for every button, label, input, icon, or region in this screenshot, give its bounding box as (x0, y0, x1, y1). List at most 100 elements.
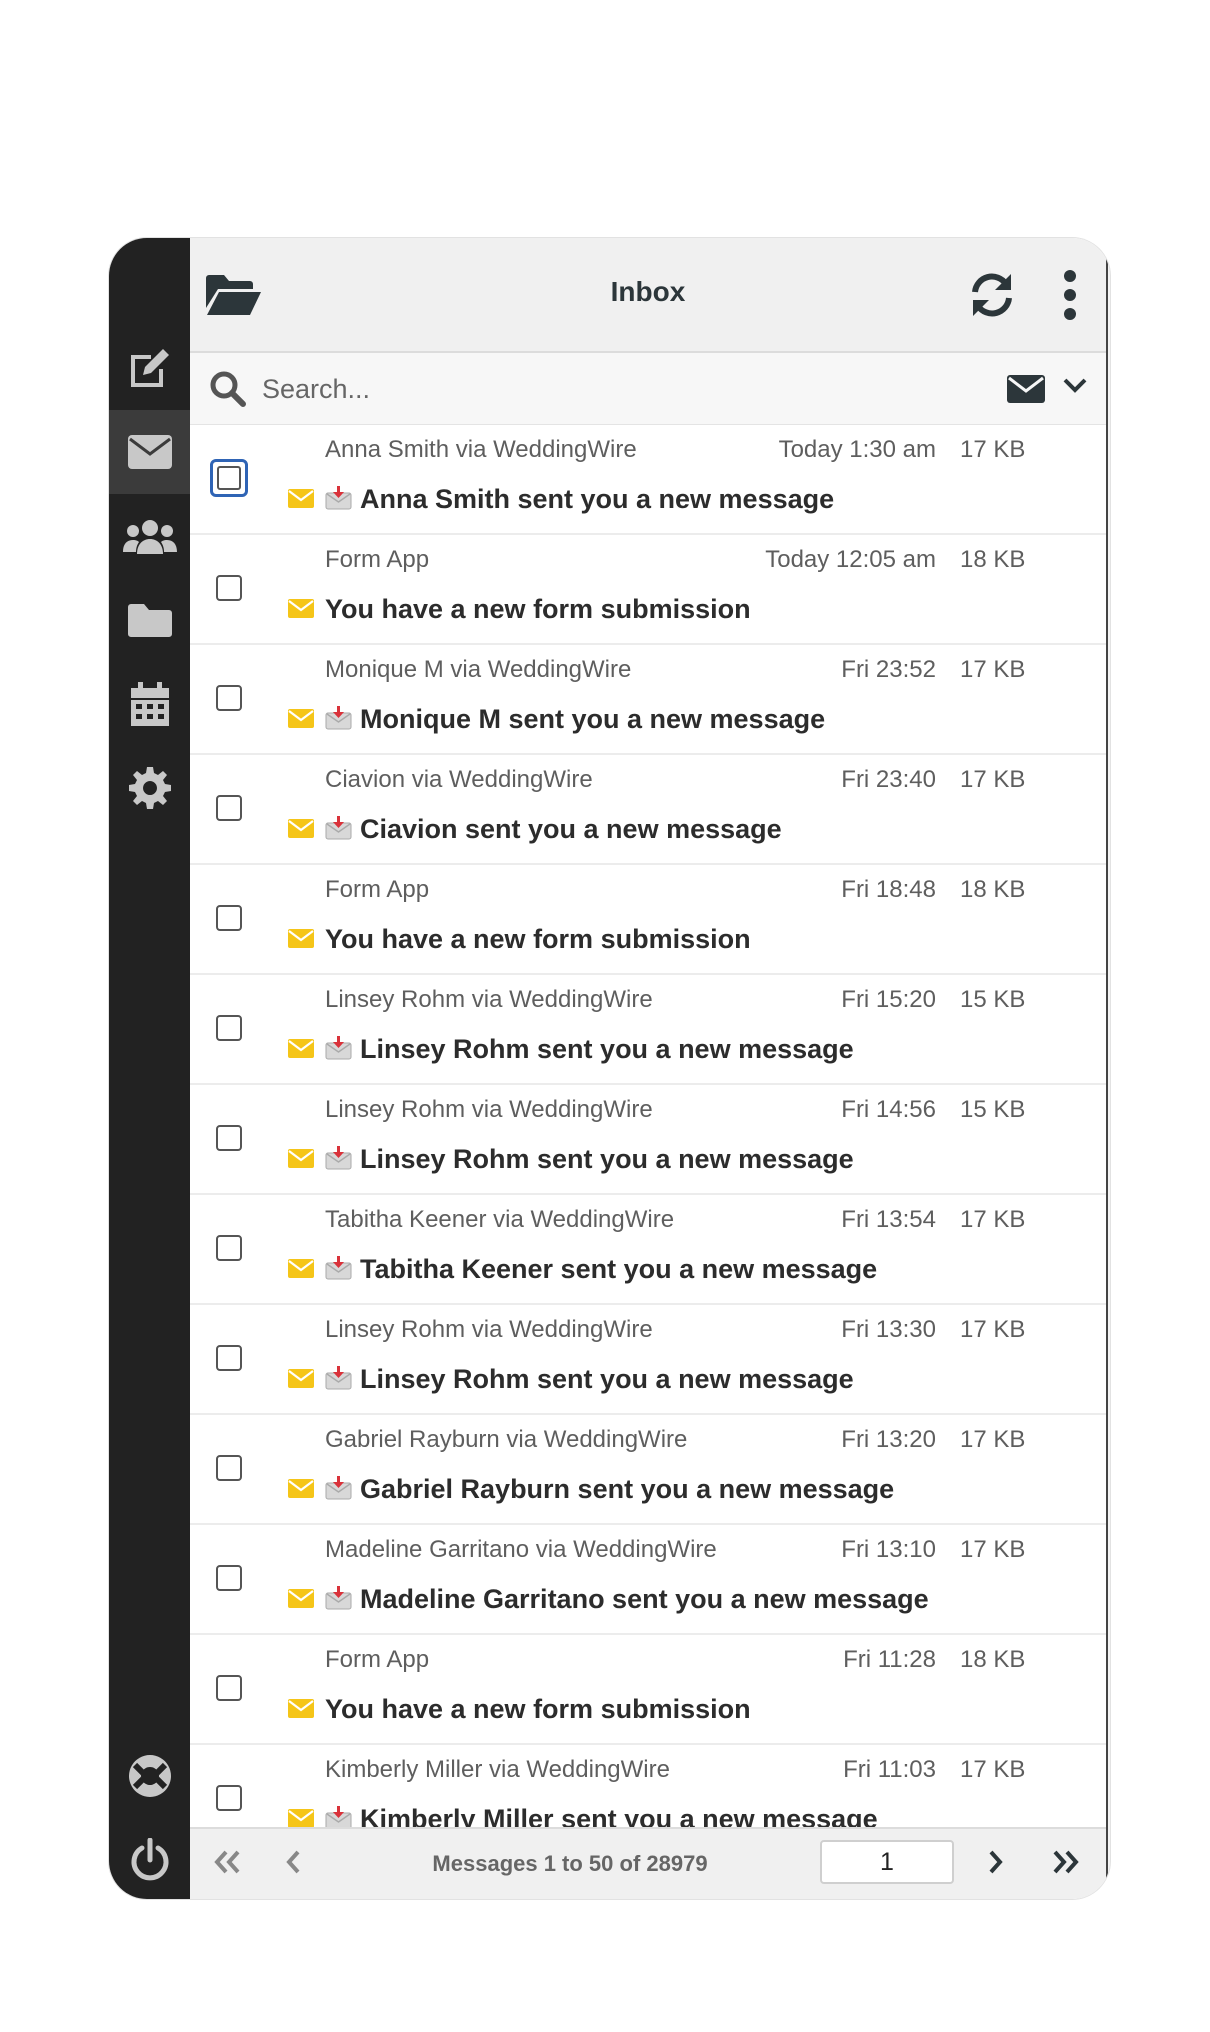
message-row[interactable]: Linsey Rohm via WeddingWire Fri 14:56 15 K… (190, 1085, 1106, 1195)
message-count: Messages 1 to 50 of 28979 (432, 1851, 708, 1876)
message-subject-text: Ciavion sent you a new message (360, 814, 782, 844)
unread-envelope-icon[interactable] (288, 819, 314, 843)
search-options-button[interactable] (1063, 377, 1087, 398)
message-size: 17 KB (960, 436, 1026, 463)
envelope-arrow-emoji-icon (325, 706, 352, 730)
calendar-button[interactable] (109, 662, 190, 746)
message-date: Fri 23:40 (841, 766, 936, 793)
message-row[interactable]: Kimberly Miller via WeddingWire Fri 11:03… (190, 1745, 1106, 1827)
message-subject: You have a new form submission (325, 594, 751, 625)
message-checkbox[interactable] (210, 459, 248, 497)
last-page-button[interactable] (1050, 1847, 1082, 1882)
message-date: Fri 14:56 (841, 1096, 936, 1123)
message-row[interactable]: Anna Smith via WeddingWire Today 1:30 am 1… (190, 425, 1106, 535)
message-row[interactable]: Linsey Rohm via WeddingWire Fri 15:20 15 K… (190, 975, 1106, 1085)
message-subject: Anna Smith sent you a new message (325, 484, 834, 515)
message-subject: Monique M sent you a new message (325, 704, 825, 735)
envelope-arrow-emoji-icon (325, 1586, 352, 1610)
page-number-input[interactable] (820, 1840, 954, 1884)
message-subject: Linsey Rohm sent you a new message (325, 1364, 854, 1395)
message-subject: Tabitha Keener sent you a new message (325, 1254, 877, 1285)
unread-envelope-icon[interactable] (288, 1039, 314, 1063)
message-row[interactable]: Form App Fri 11:28 18 KB You have a new for… (190, 1635, 1106, 1745)
unread-envelope-icon[interactable] (288, 1589, 314, 1613)
envelope-icon (1007, 375, 1045, 403)
message-checkbox[interactable] (216, 1675, 242, 1701)
unread-envelope-icon[interactable] (288, 1699, 314, 1723)
compose-button[interactable] (109, 326, 190, 410)
message-row[interactable]: Gabriel Rayburn via WeddingWire Fri 13:20… (190, 1415, 1106, 1525)
kebab-menu-icon (1064, 270, 1076, 320)
message-subject-text: Madeline Garritano sent you a new messag… (360, 1584, 929, 1614)
message-row[interactable]: Tabitha Keener via WeddingWire Fri 13:54 1… (190, 1195, 1106, 1305)
unread-envelope-icon[interactable] (288, 599, 314, 623)
chevron-down-icon (1063, 378, 1087, 393)
message-checkbox[interactable] (216, 1235, 242, 1261)
message-row[interactable]: Madeline Garritano via WeddingWire Fri 13… (190, 1525, 1106, 1635)
message-date: Fri 11:28 (843, 1646, 936, 1673)
message-subject: Gabriel Rayburn sent you a new message (325, 1474, 894, 1505)
message-size: 17 KB (960, 1206, 1026, 1233)
message-size: 17 KB (960, 1316, 1026, 1343)
message-row[interactable]: Form App Fri 18:48 18 KB You have a new for… (190, 865, 1106, 975)
unread-envelope-icon[interactable] (288, 1809, 314, 1827)
message-checkbox[interactable] (216, 685, 242, 711)
contacts-button[interactable] (109, 494, 190, 578)
unread-envelope-icon[interactable] (288, 929, 314, 953)
message-sender: Linsey Rohm via WeddingWire (325, 986, 653, 1013)
search-scope-button[interactable] (1007, 375, 1045, 408)
message-row[interactable]: Form App Today 12:05 am 18 KB You have a ne… (190, 535, 1106, 645)
message-subject: You have a new form submission (325, 924, 751, 955)
help-button[interactable] (109, 1734, 190, 1818)
unread-envelope-icon[interactable] (288, 489, 314, 513)
message-sender: Form App (325, 876, 430, 903)
message-date: Fri 11:03 (843, 1756, 936, 1783)
message-checkbox[interactable] (216, 1125, 242, 1151)
message-checkbox[interactable] (216, 795, 242, 821)
mail-button[interactable] (109, 410, 190, 494)
unread-envelope-icon[interactable] (288, 1149, 314, 1173)
envelope-arrow-emoji-icon (325, 1146, 352, 1170)
message-row[interactable]: Linsey Rohm via WeddingWire Fri 13:30 17 K… (190, 1305, 1106, 1415)
message-checkbox[interactable] (216, 1015, 242, 1041)
message-size: 15 KB (960, 986, 1026, 1013)
compose-icon (130, 349, 169, 387)
header: Inbox (190, 238, 1106, 353)
settings-button[interactable] (109, 746, 190, 830)
message-row[interactable]: Monique M via WeddingWire Fri 23:52 17 KB M… (190, 645, 1106, 755)
previous-page-button[interactable] (284, 1847, 304, 1882)
unread-envelope-icon[interactable] (288, 1259, 314, 1283)
message-sender: Anna Smith via WeddingWire (325, 436, 637, 463)
search-input[interactable] (260, 365, 864, 413)
message-sender: Monique M via WeddingWire (325, 656, 632, 683)
unread-envelope-icon[interactable] (288, 1479, 314, 1503)
folder-icon (127, 604, 172, 637)
message-date: Fri 18:48 (841, 876, 936, 903)
message-subject-text: Linsey Rohm sent you a new message (360, 1034, 854, 1064)
message-checkbox[interactable] (216, 1455, 242, 1481)
refresh-icon (972, 273, 1012, 317)
logout-button[interactable] (109, 1818, 190, 1899)
mail-main-pane: Inbox Search... Anna Smith via WeddingWi… (190, 238, 1108, 1899)
pagination-footer: Messages 1 to 50 of 28979 (190, 1827, 1106, 1899)
unread-envelope-icon[interactable] (288, 1369, 314, 1393)
message-subject: Ciavion sent you a new message (325, 814, 782, 845)
message-checkbox[interactable] (216, 1345, 242, 1371)
chevron-left-icon (286, 1850, 300, 1874)
message-subject: Kimberly Miller sent you a new message (325, 1804, 878, 1827)
message-checkbox[interactable] (216, 575, 242, 601)
unread-envelope-icon[interactable] (288, 709, 314, 733)
envelope-arrow-emoji-icon (325, 1256, 352, 1280)
refresh-button[interactable] (967, 270, 1017, 325)
message-checkbox[interactable] (216, 1785, 242, 1811)
message-subject-text: Linsey Rohm sent you a new message (360, 1144, 854, 1174)
envelope-arrow-emoji-icon (325, 486, 352, 510)
files-button[interactable] (109, 578, 190, 662)
next-page-button[interactable] (985, 1847, 1005, 1882)
first-page-button[interactable] (212, 1847, 242, 1882)
message-checkbox[interactable] (216, 1565, 242, 1591)
message-row[interactable]: Ciavion via WeddingWire Fri 23:40 17 KB Cia… (190, 755, 1106, 865)
message-checkbox[interactable] (216, 905, 242, 931)
mail-app-window: Inbox Search... Anna Smith via WeddingWi… (109, 238, 1110, 1899)
more-menu-button[interactable] (1062, 270, 1078, 325)
